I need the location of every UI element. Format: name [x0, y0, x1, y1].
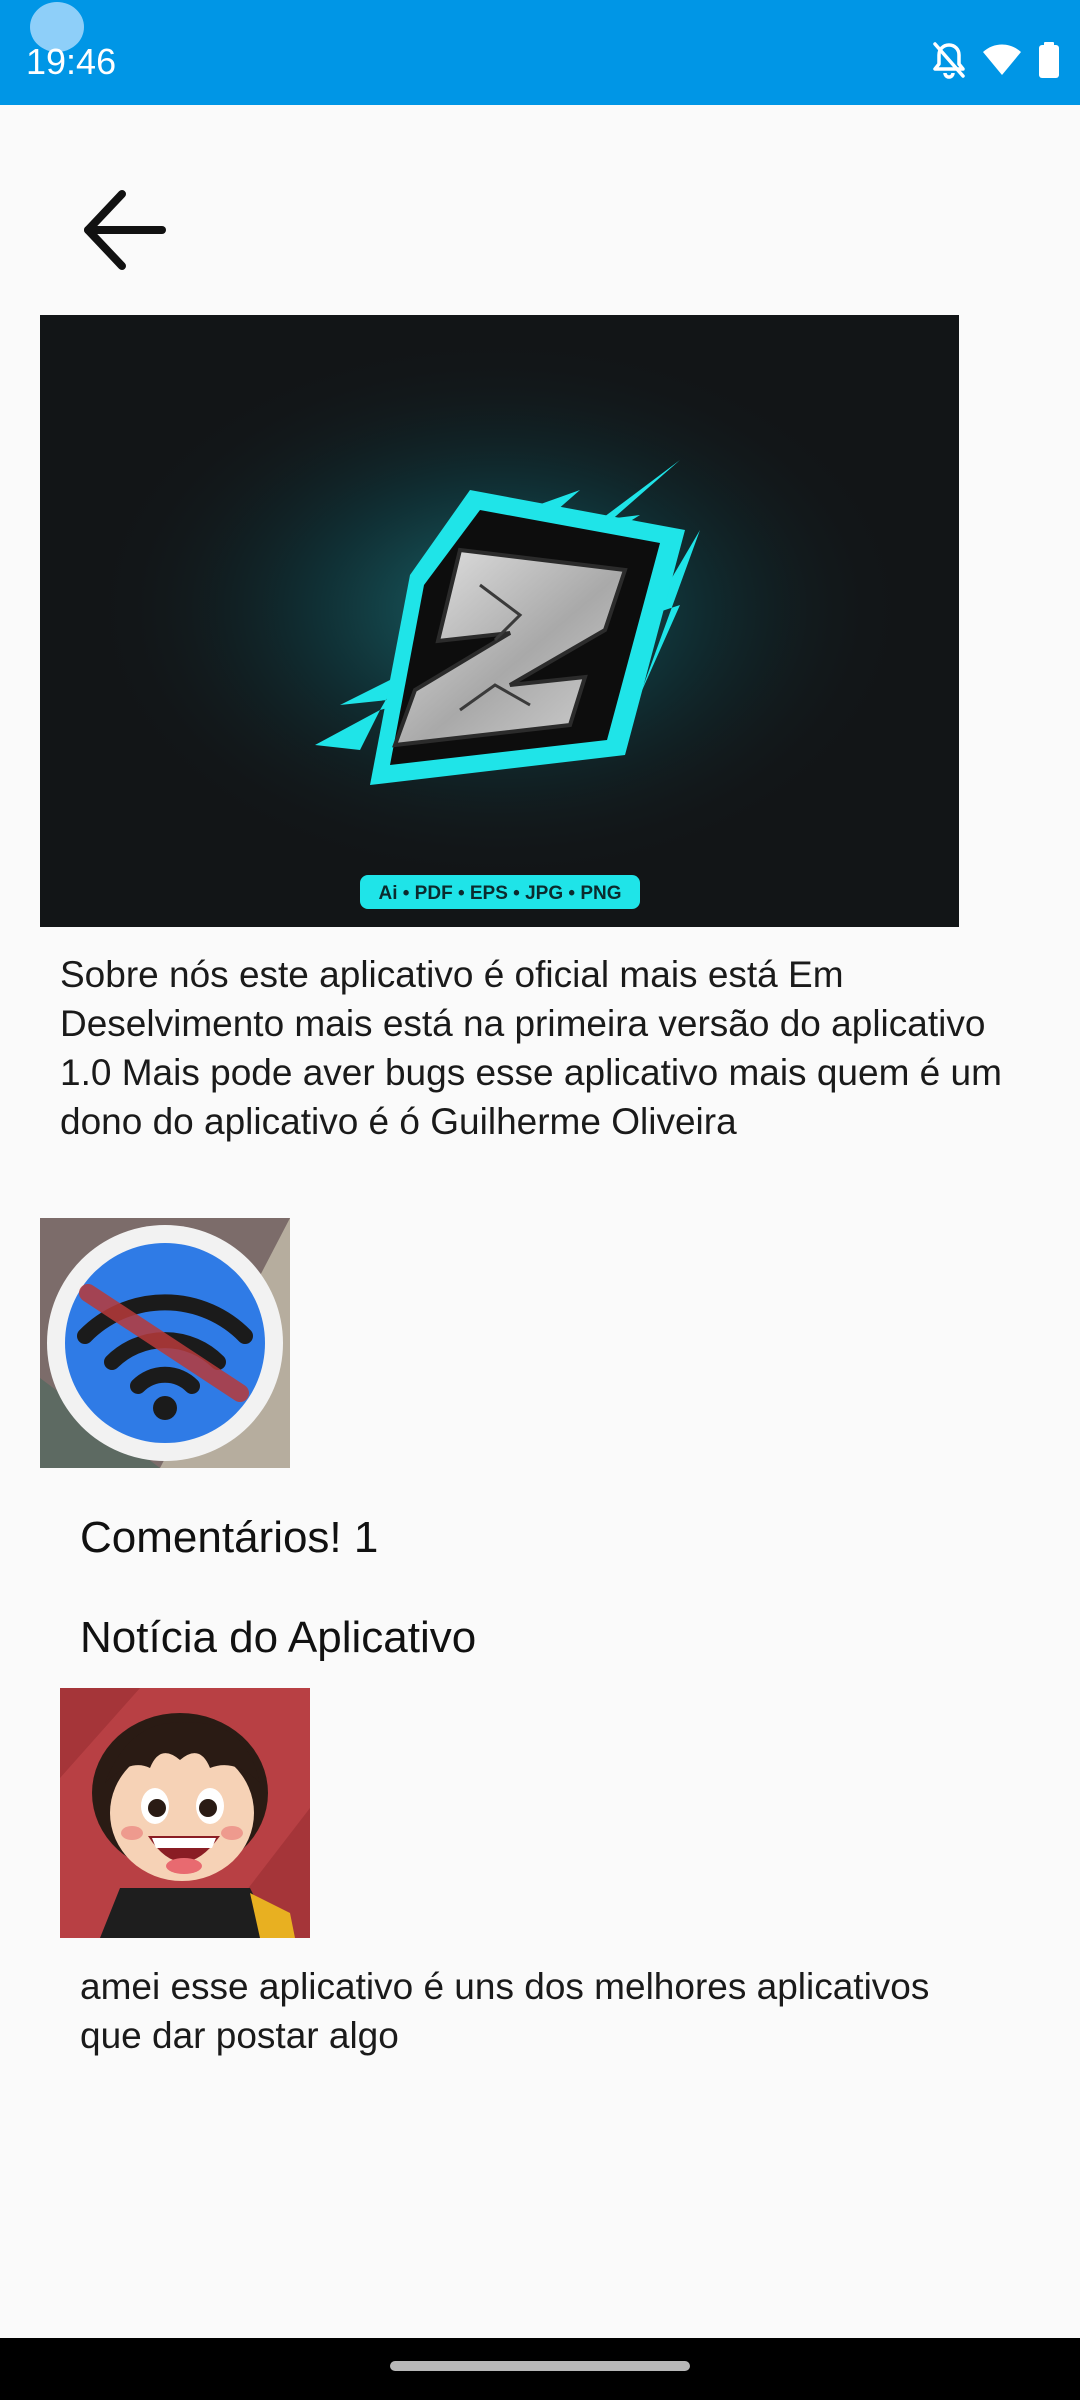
back-button[interactable] — [64, 170, 184, 290]
wifi-icon — [983, 44, 1021, 75]
battery-icon — [1039, 42, 1059, 78]
bell-off-icon — [933, 42, 965, 79]
navigation-bar — [0, 2338, 1080, 2400]
comment-text: amei esse aplicativo é uns dos melhores … — [80, 1966, 930, 2056]
news-heading: Notícia do Aplicativo — [80, 1613, 477, 1662]
about-description: Sobre nós este aplicativo é oficial mais… — [60, 954, 1002, 1142]
wifi-off-image — [40, 1218, 290, 1468]
status-bar: 19:46 — [0, 0, 1080, 105]
arrow-left-icon — [84, 190, 166, 270]
format-badge: Ai • PDF • EPS • JPG • PNG — [378, 883, 621, 904]
home-gesture-handle[interactable] — [390, 2361, 690, 2371]
status-icons — [932, 38, 1060, 82]
hero-logo-image: Ai • PDF • EPS • JPG • PNG — [40, 315, 959, 927]
status-time: 19:46 — [26, 41, 117, 82]
comment-avatar — [60, 1688, 310, 1938]
comments-heading: Comentários! 1 — [80, 1513, 379, 1562]
